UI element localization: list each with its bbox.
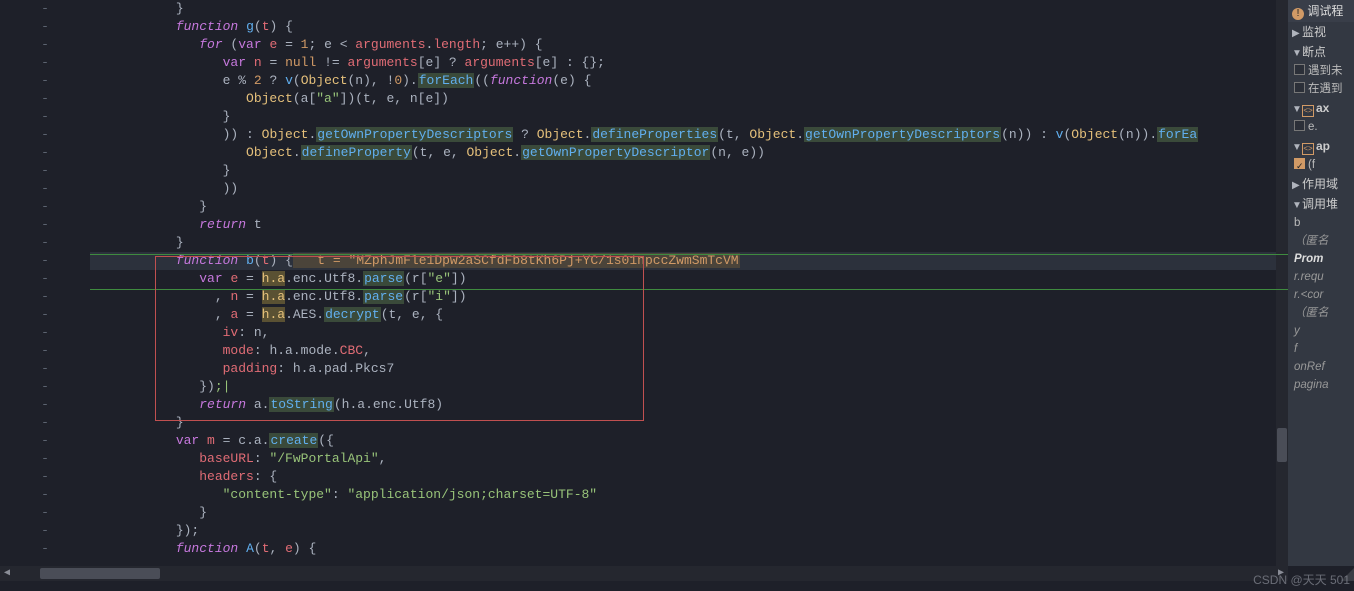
bp-item-1[interactable]: e. (1288, 118, 1354, 136)
gutter-marker: - (0, 288, 90, 306)
gutter-marker: - (0, 270, 90, 288)
code-line[interactable]: return a.toString(h.a.enc.Utf8) (90, 396, 1288, 414)
gutter-marker: - (0, 18, 90, 36)
gutter-marker: - (0, 180, 90, 198)
gutter-marker: - (0, 90, 90, 108)
code-line[interactable]: )) : Object.getOwnPropertyDescriptors ? … (90, 126, 1288, 144)
hscroll-thumb[interactable] (40, 568, 160, 579)
warn-icon: ! (1292, 8, 1304, 20)
code-line[interactable]: var m = c.a.create({ (90, 432, 1288, 450)
code-line[interactable]: } (90, 108, 1288, 126)
gutter-marker: - (0, 198, 90, 216)
code-line[interactable]: e % 2 ? v(Object(n), !0).forEach((functi… (90, 72, 1288, 90)
code-line[interactable]: return t (90, 216, 1288, 234)
code-line[interactable]: } (90, 504, 1288, 522)
code-line[interactable]: , a = h.a.AES.decrypt(t, e, { (90, 306, 1288, 324)
gutter-marker: - (0, 216, 90, 234)
gutter-marker: - (0, 504, 90, 522)
debugger-sidebar[interactable]: ! 调试程 ▶监视 ▼断点 遇到未 在遇到 ▼<>ax e. ▼<>ap (f … (1288, 0, 1354, 566)
code-line[interactable]: function A(t, e) { (90, 540, 1288, 558)
breakpoints-section[interactable]: ▼断点 (1288, 42, 1354, 62)
gutter-marker: - (0, 414, 90, 432)
breakpoint-uncaught[interactable]: 遇到未 (1288, 62, 1354, 80)
gutter-marker: - (0, 0, 90, 18)
watermark: CSDN @天天 501 (1253, 571, 1350, 588)
code-line[interactable]: }); (90, 522, 1288, 540)
code-line[interactable]: Object(a["a"])(t, e, n[e]) (90, 90, 1288, 108)
code-line[interactable]: var n = null != arguments[e] ? arguments… (90, 54, 1288, 72)
gutter-marker: - (0, 108, 90, 126)
code-line[interactable]: , n = h.a.enc.Utf8.parse(r["i"]) (90, 288, 1288, 306)
callstack-frame[interactable]: y (1288, 322, 1354, 340)
code-line[interactable]: padding: h.a.pad.Pkcs7 (90, 360, 1288, 378)
callstack-frame[interactable]: onRef (1288, 358, 1354, 376)
code-line[interactable]: iv: n, (90, 324, 1288, 342)
callstack-section[interactable]: ▼调用堆 (1288, 194, 1354, 214)
callstack-frame[interactable]: Prom (1288, 250, 1354, 268)
bp-item-2[interactable]: (f (1288, 156, 1354, 174)
gutter-marker: - (0, 486, 90, 504)
code-line[interactable]: });| (90, 378, 1288, 396)
breakpoint-caught[interactable]: 在遇到 (1288, 80, 1354, 98)
horizontal-scrollbar[interactable]: ◀ ▶ (0, 566, 1288, 581)
code-line[interactable]: } (90, 0, 1288, 18)
callstack-frame[interactable]: pagina (1288, 376, 1354, 394)
gutter-marker: - (0, 126, 90, 144)
gutter-marker: - (0, 162, 90, 180)
code-line[interactable]: "content-type": "application/json;charse… (90, 486, 1288, 504)
file-group-2[interactable]: ▼<>ap (1288, 136, 1354, 156)
scroll-left-icon[interactable]: ◀ (0, 566, 14, 581)
gutter-marker: - (0, 378, 90, 396)
js-file-icon: <> (1302, 143, 1314, 155)
gutter-marker: - (0, 522, 90, 540)
code-line[interactable]: )) (90, 180, 1288, 198)
gutter-marker: - (0, 72, 90, 90)
code-editor[interactable]: ------------------------------- } functi… (0, 0, 1288, 566)
gutter-marker: - (0, 144, 90, 162)
callstack-frame[interactable]: （匿名 (1288, 232, 1354, 250)
code-line[interactable]: Object.defineProperty(t, e, Object.getOw… (90, 144, 1288, 162)
gutter-marker: - (0, 396, 90, 414)
gutter-marker: - (0, 306, 90, 324)
gutter-marker: - (0, 324, 90, 342)
debugger-header: ! 调试程 (1288, 0, 1354, 22)
gutter-marker: - (0, 360, 90, 378)
vscroll-thumb[interactable] (1277, 428, 1287, 462)
watch-section[interactable]: ▶监视 (1288, 22, 1354, 42)
code-line[interactable]: } (90, 414, 1288, 432)
exec-line-top (90, 254, 1288, 255)
gutter-marker: - (0, 450, 90, 468)
callstack-frame[interactable]: r.requ (1288, 268, 1354, 286)
gutter-marker: - (0, 432, 90, 450)
gutter-marker: - (0, 36, 90, 54)
gutter-marker: - (0, 252, 90, 270)
gutter-marker: - (0, 342, 90, 360)
gutter-marker: - (0, 234, 90, 252)
gutter: ------------------------------- (0, 0, 90, 566)
exec-line-bottom (90, 289, 1288, 290)
gutter-marker: - (0, 468, 90, 486)
code-line[interactable]: var e = h.a.enc.Utf8.parse(r["e"]) (90, 270, 1288, 288)
file-group-1[interactable]: ▼<>ax (1288, 98, 1354, 118)
code-line[interactable]: baseURL: "/FwPortalApi", (90, 450, 1288, 468)
callstack-frame[interactable]: r.<cor (1288, 286, 1354, 304)
gutter-marker: - (0, 540, 90, 558)
scope-section[interactable]: ▶作用域 (1288, 174, 1354, 194)
js-file-icon: <> (1302, 105, 1314, 117)
callstack-frame[interactable]: （匿名 (1288, 304, 1354, 322)
code-line[interactable]: headers: { (90, 468, 1288, 486)
vertical-scrollbar[interactable] (1276, 0, 1288, 566)
code-area[interactable]: } function g(t) { for (var e = 1; e < ar… (90, 0, 1288, 566)
code-line[interactable]: } (90, 162, 1288, 180)
callstack-frame[interactable]: f (1288, 340, 1354, 358)
callstack-frame[interactable]: b (1288, 214, 1354, 232)
code-line[interactable]: function g(t) { (90, 18, 1288, 36)
code-line[interactable]: mode: h.a.mode.CBC, (90, 342, 1288, 360)
code-line[interactable]: } (90, 234, 1288, 252)
code-line[interactable]: } (90, 198, 1288, 216)
code-line[interactable]: for (var e = 1; e < arguments.length; e+… (90, 36, 1288, 54)
gutter-marker: - (0, 54, 90, 72)
